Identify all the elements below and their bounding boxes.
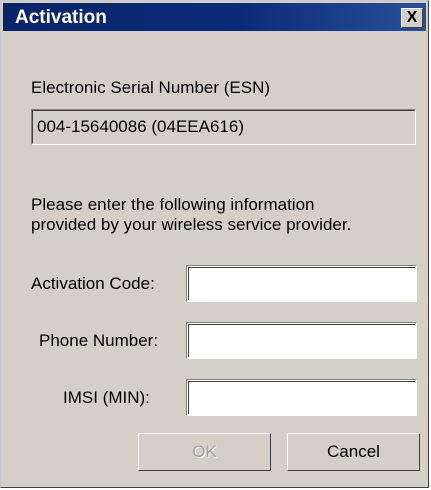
esn-label: Electronic Serial Number (ESN) <box>31 78 271 97</box>
close-button[interactable]: X <box>401 8 423 28</box>
imsi-label: IMSI (MIN): <box>63 388 150 407</box>
activation-code-input[interactable] <box>188 267 415 300</box>
activation-code-label: Activation Code: <box>31 274 155 293</box>
instructions-line-2: provided by your wireless service provid… <box>31 215 352 234</box>
instructions-line-1: Please enter the following information <box>31 195 315 214</box>
window-title: Activation <box>15 7 107 28</box>
activation-code-field <box>186 265 417 302</box>
phone-number-label: Phone Number: <box>39 331 159 350</box>
close-icon: X <box>406 9 418 26</box>
imsi-field <box>186 379 417 416</box>
esn-field: 004-15640086 (04EEA616) <box>31 109 416 145</box>
cancel-button[interactable]: Cancel <box>287 433 420 471</box>
activation-dialog: Activation X Electronic Serial Number (E… <box>0 0 429 488</box>
title-bar[interactable]: Activation X <box>3 3 426 31</box>
phone-number-input[interactable] <box>188 324 415 357</box>
ok-button[interactable]: OK <box>138 433 271 471</box>
phone-number-field <box>186 322 417 359</box>
imsi-input[interactable] <box>188 381 415 414</box>
esn-value: 004-15640086 (04EEA616) <box>32 110 415 144</box>
